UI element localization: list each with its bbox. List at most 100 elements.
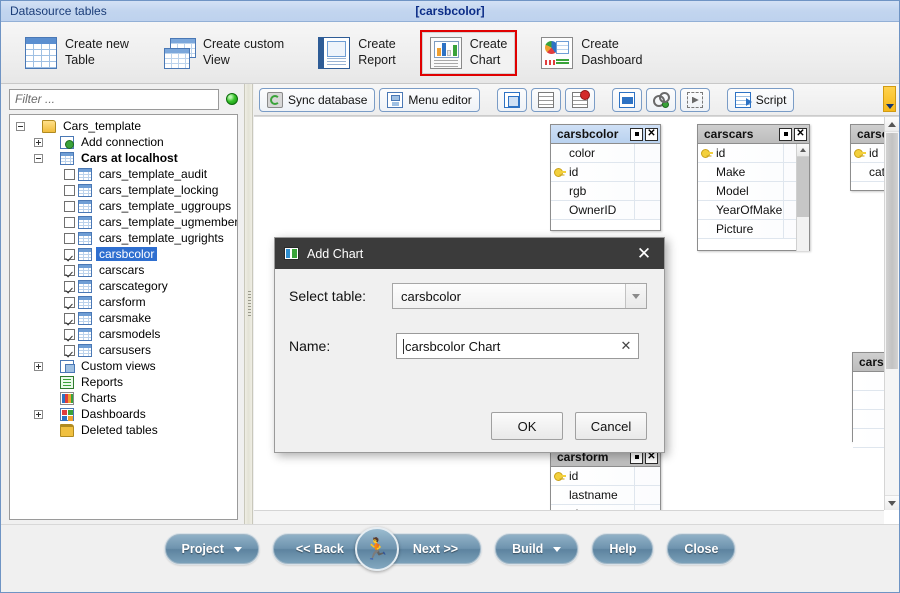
tree-item[interactable]: cars_template_audit [10, 166, 237, 182]
tree-item-checkbox[interactable] [64, 297, 75, 308]
tree-item-checkbox[interactable] [64, 169, 75, 180]
tree-item[interactable]: Cars at localhost [10, 150, 237, 166]
scroll-thumb[interactable] [797, 157, 809, 217]
list-button[interactable] [531, 88, 561, 112]
create-report-button[interactable]: Create Report [308, 30, 406, 76]
scroll-up-button[interactable] [797, 144, 809, 157]
tree-item-checkbox[interactable] [64, 345, 75, 356]
tree-item[interactable]: Charts [10, 390, 237, 406]
tree-item[interactable]: Custom views [10, 358, 237, 374]
tree-expander-icon[interactable] [34, 362, 43, 371]
tree-item[interactable]: carsusers [10, 342, 237, 358]
tree-item[interactable]: Reports [10, 374, 237, 390]
tree-item[interactable]: carsmodels [10, 326, 237, 342]
scroll-up-button[interactable] [885, 117, 899, 132]
table-field-row[interactable]: color [551, 144, 660, 163]
minimize-icon[interactable] [779, 128, 792, 141]
tree-item-checkbox[interactable] [64, 201, 75, 212]
ok-button[interactable]: OK [491, 412, 563, 440]
relation-button[interactable] [612, 88, 642, 112]
create-custom-view-button[interactable]: Create custom View [153, 30, 294, 76]
table-box[interactable]: carsform✕idlastnamephone [550, 447, 661, 515]
table-field-row[interactable]: OwnerID [551, 201, 660, 220]
cancel-button[interactable]: Cancel [575, 412, 647, 440]
tree-item[interactable]: carscars [10, 262, 237, 278]
table-field-row[interactable]: id [551, 163, 660, 182]
create-new-table-button[interactable]: Create new Table [15, 30, 139, 76]
table-box-header[interactable]: carscars✕ [698, 125, 809, 144]
name-input[interactable]: carsbcolor Chart ✕ [396, 333, 639, 359]
tree-item[interactable]: cars_template_locking [10, 182, 237, 198]
tree-item-checkbox[interactable] [64, 313, 75, 324]
tree-expander-icon[interactable] [34, 138, 43, 147]
table-box[interactable]: carsbcolor✕coloridrgbOwnerID [550, 124, 661, 231]
tree-expander-icon[interactable] [34, 410, 43, 419]
tree-expander-icon[interactable] [34, 154, 43, 163]
filter-input[interactable] [9, 89, 219, 110]
close-button[interactable]: Close [667, 534, 735, 564]
table-field-row[interactable]: Model [698, 182, 809, 201]
tree-item[interactable]: Add connection [10, 134, 237, 150]
select-table-dropdown[interactable]: carsbcolor [392, 283, 647, 309]
tree-item[interactable]: cars_template_ugmembers [10, 214, 237, 230]
tree-item[interactable]: cars_template_ugrights [10, 230, 237, 246]
table-box-header[interactable]: carsbcolor✕ [551, 125, 660, 144]
tree-item-checkbox[interactable] [64, 329, 75, 340]
table-field-row[interactable]: id [698, 144, 809, 163]
list-error-button[interactable] [565, 88, 595, 112]
tree-item[interactable]: carscategory [10, 278, 237, 294]
table-box-scrollbar[interactable] [796, 144, 809, 251]
menu-editor-button[interactable]: Menu editor [379, 88, 479, 112]
tree-item[interactable]: Cars_template [10, 118, 237, 134]
table-field-row[interactable]: id [551, 467, 660, 486]
table-field-row[interactable]: lastname [551, 486, 660, 505]
vertical-scroll-thumb[interactable] [886, 133, 898, 369]
tree-item[interactable]: carsbcolor [10, 246, 237, 262]
close-icon[interactable]: ✕ [794, 128, 807, 141]
table-field-row[interactable]: Make [698, 163, 809, 182]
table-field-row[interactable]: Picture [698, 220, 809, 239]
sync-database-button[interactable]: Sync database [259, 88, 375, 112]
tree-item[interactable]: Deleted tables [10, 422, 237, 438]
add-gear-button[interactable] [646, 88, 676, 112]
clear-icon[interactable]: ✕ [614, 338, 638, 354]
dashboard-icon [541, 37, 573, 69]
window-layout-button[interactable] [497, 88, 527, 112]
script-button[interactable]: Script [727, 88, 795, 112]
canvas-vertical-scrollbar[interactable] [884, 117, 899, 510]
tree-item[interactable]: Dashboards [10, 406, 237, 422]
create-custom-view-label: Create custom View [203, 37, 284, 68]
help-button[interactable]: Help [592, 534, 653, 564]
tree-item-checkbox[interactable] [64, 265, 75, 276]
canvas-horizontal-scrollbar[interactable] [254, 510, 884, 524]
close-icon[interactable]: ✕ [624, 238, 664, 269]
tree-item[interactable]: cars_template_uggroups [10, 198, 237, 214]
panel-splitter[interactable] [244, 84, 253, 524]
chart-icon [430, 37, 462, 69]
toolbar-overflow-button[interactable] [883, 86, 896, 112]
close-icon[interactable]: ✕ [645, 128, 658, 141]
chevron-down-icon[interactable] [625, 284, 646, 308]
tree-item[interactable]: carsmake [10, 310, 237, 326]
tree-item-checkbox[interactable] [64, 185, 75, 196]
build-button[interactable]: Build [495, 534, 578, 564]
tree-item-checkbox[interactable] [64, 249, 75, 260]
create-dashboard-button[interactable]: Create Dashboard [531, 30, 652, 76]
table-field-row[interactable]: YearOfMake [698, 201, 809, 220]
tree-expander-icon[interactable] [16, 122, 25, 131]
table-tree[interactable]: Cars_templateAdd connectionCars at local… [9, 114, 238, 520]
scroll-down-button[interactable] [885, 495, 899, 510]
tree-expander-spacer [52, 282, 61, 291]
table-icon [78, 312, 92, 325]
table-box[interactable]: carscars✕idMakeModelYearOfMakePicture [697, 124, 810, 251]
tree-item-checkbox[interactable] [64, 233, 75, 244]
runner-icon[interactable]: 🏃 [355, 527, 399, 571]
insert-frame-button[interactable] [680, 88, 710, 112]
minimize-icon[interactable] [630, 128, 643, 141]
tree-item-checkbox[interactable] [64, 217, 75, 228]
tree-item[interactable]: carsform [10, 294, 237, 310]
tree-item-checkbox[interactable] [64, 281, 75, 292]
table-field-row[interactable]: rgb [551, 182, 660, 201]
project-button[interactable]: Project [165, 534, 259, 564]
create-chart-button[interactable]: Create Chart [420, 30, 518, 76]
